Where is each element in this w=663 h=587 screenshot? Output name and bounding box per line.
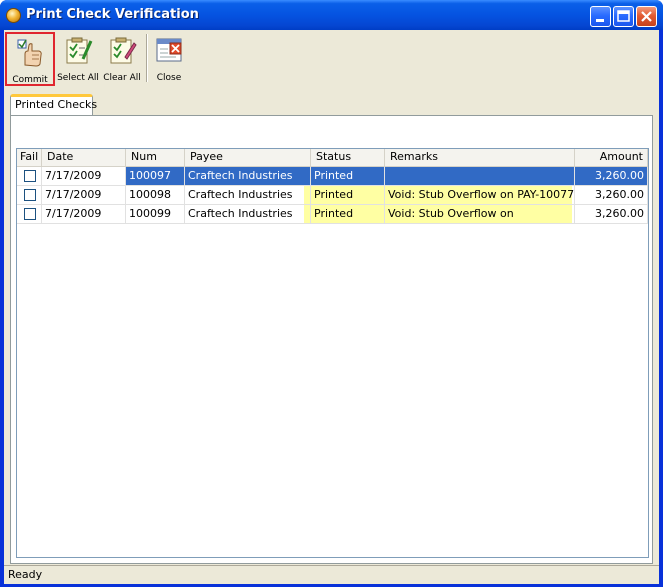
amount-cell: 3,260.00: [575, 186, 648, 205]
payee-cell: Craftech Industries: [185, 186, 311, 205]
amount-cell: 3,260.00: [575, 167, 648, 186]
amount-cell: 3,260.00: [575, 205, 648, 224]
status-cell: Printed: [311, 205, 385, 224]
app-icon: [6, 8, 21, 23]
payee-cell: Craftech Industries: [185, 167, 311, 186]
num-cell: 100099: [126, 205, 185, 224]
clear-all-label: Clear All: [103, 73, 141, 83]
remarks-cell: Void: Stub Overflow on PAY-10077: [385, 186, 575, 205]
status-bar: Ready: [4, 565, 659, 584]
select-all-button[interactable]: Select All: [56, 32, 100, 86]
checks-grid[interactable]: Fail Date Num Payee Status Remarks Amoun…: [16, 148, 649, 558]
title-bar[interactable]: Print Check Verification: [0, 0, 663, 30]
toolbar: Commit Select All Clear All Close: [4, 30, 659, 88]
column-header-remarks[interactable]: Remarks: [385, 149, 575, 166]
minimize-button[interactable]: [590, 6, 611, 27]
tab-printed-checks[interactable]: Printed Checks: [10, 94, 97, 116]
select-all-icon: [66, 37, 93, 64]
status-cell: Printed: [311, 167, 385, 186]
window-client-area: Commit Select All Clear All Close Printe…: [4, 30, 659, 584]
column-header-payee[interactable]: Payee: [185, 149, 311, 166]
close-window-icon: [156, 38, 182, 62]
tab-label: Printed Checks: [15, 98, 98, 111]
maximize-icon: [617, 10, 630, 22]
grid-header: Fail Date Num Payee Status Remarks Amoun…: [17, 149, 648, 167]
maximize-button[interactable]: [613, 6, 634, 27]
toolbar-separator: [146, 34, 148, 82]
close-label: Close: [156, 73, 182, 83]
payee-cell: Craftech Industries: [185, 205, 311, 224]
minimize-icon: [596, 19, 604, 22]
clear-all-button[interactable]: Clear All: [100, 32, 144, 86]
fail-checkbox[interactable]: [24, 208, 36, 220]
num-cell: 100097: [126, 167, 185, 186]
tab-pane: Fail Date Num Payee Status Remarks Amoun…: [10, 115, 653, 564]
commit-label: Commit: [12, 75, 48, 85]
date-cell: 7/17/2009: [42, 186, 126, 205]
fail-checkbox[interactable]: [24, 170, 36, 182]
fail-cell: [17, 167, 42, 186]
remarks-cell: [385, 167, 575, 186]
date-cell: 7/17/2009: [42, 167, 126, 186]
column-header-status[interactable]: Status: [311, 149, 385, 166]
status-text: Ready: [8, 568, 43, 581]
column-header-num[interactable]: Num: [126, 149, 185, 166]
column-header-amount[interactable]: Amount: [575, 149, 648, 166]
remarks-cell: Void: Stub Overflow on: [385, 205, 575, 224]
window-title: Print Check Verification: [26, 7, 199, 22]
num-cell: 100098: [126, 186, 185, 205]
print-check-verification-window: Print Check Verification Commit Select A…: [0, 0, 663, 587]
close-x-icon: [641, 11, 652, 22]
status-cell: Printed: [311, 186, 385, 205]
date-cell: 7/17/2009: [42, 205, 126, 224]
commit-hand-icon: [17, 39, 42, 67]
column-header-fail[interactable]: Fail: [17, 149, 42, 166]
select-all-label: Select All: [57, 73, 99, 83]
fail-checkbox[interactable]: [24, 189, 36, 201]
commit-button[interactable]: Commit: [5, 32, 55, 86]
close-button[interactable]: [636, 6, 657, 27]
fail-cell: [17, 186, 42, 205]
table-row[interactable]: 7/17/2009 100097 Craftech Industries Pri…: [17, 167, 648, 186]
fail-cell: [17, 205, 42, 224]
column-header-date[interactable]: Date: [42, 149, 126, 166]
clear-all-icon: [110, 37, 137, 64]
table-row[interactable]: 7/17/2009 100099 Craftech Industries Pri…: [17, 205, 648, 224]
close-toolbar-button[interactable]: Close: [149, 32, 189, 86]
table-row[interactable]: 7/17/2009 100098 Craftech Industries Pri…: [17, 186, 648, 205]
